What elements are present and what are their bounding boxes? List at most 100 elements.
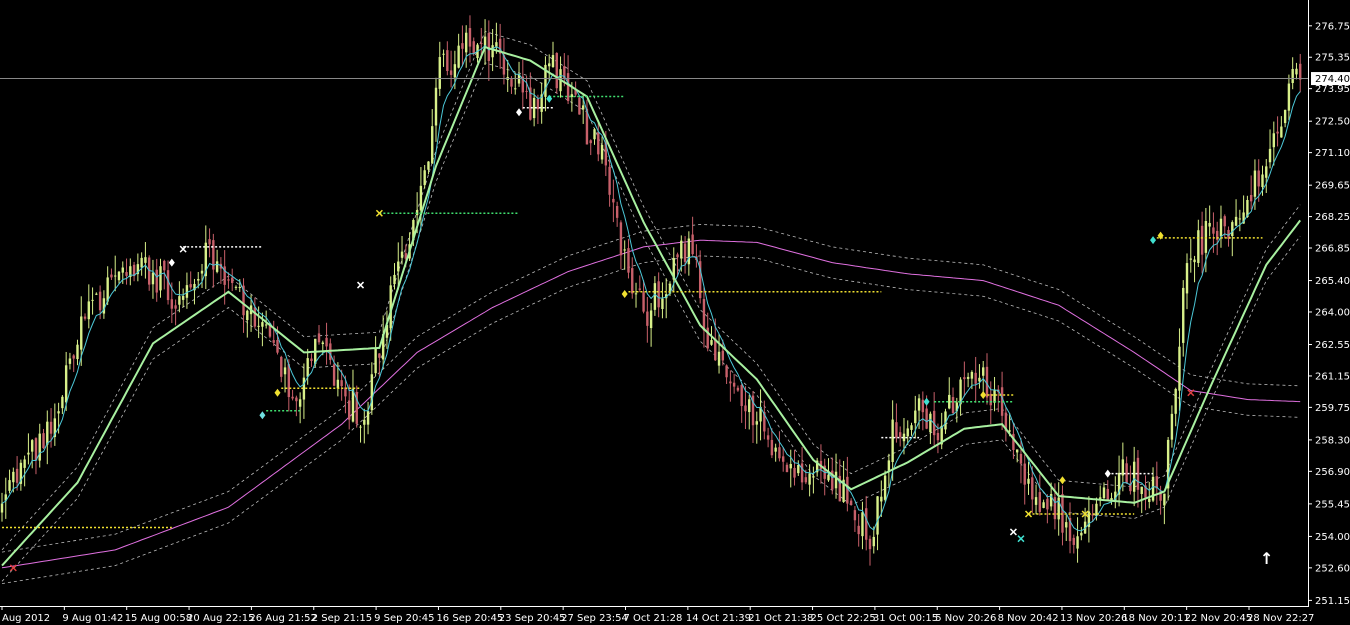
- candle-body: [257, 325, 260, 327]
- candle-body: [91, 299, 94, 301]
- candle-body: [808, 473, 811, 485]
- candle-body: [1027, 478, 1030, 484]
- candle-body: [106, 277, 109, 302]
- candle-body: [200, 270, 204, 274]
- candle-body: [287, 364, 291, 398]
- candle-body: [834, 471, 838, 489]
- candle-body: [800, 463, 804, 483]
- candle-body: [827, 474, 830, 481]
- candle-body: [163, 260, 166, 271]
- candle-body: [887, 460, 891, 471]
- time-tick-label: 14 Oct 21:39: [686, 613, 751, 624]
- candle-body: [691, 234, 694, 255]
- candle-body: [83, 316, 87, 319]
- time-tick-label: 31 Oct 00:15: [873, 613, 938, 624]
- candle-body: [8, 480, 11, 491]
- candle-body: [144, 257, 147, 263]
- price-tick-label: 275.35: [1315, 53, 1350, 64]
- candle-body: [702, 298, 706, 331]
- candle-body: [732, 382, 736, 387]
- candle-body: [868, 538, 872, 550]
- candle-body: [438, 57, 441, 89]
- candle-body: [340, 380, 343, 387]
- time-tick-label: 5 Nov 20:26: [935, 613, 996, 624]
- candle-body: [321, 342, 324, 345]
- candle-body: [623, 249, 626, 251]
- price-tick-label: 251.15: [1315, 596, 1350, 607]
- candle-body: [910, 425, 913, 430]
- candle-body: [642, 292, 645, 312]
- candle-body: [283, 367, 287, 375]
- candle-body: [495, 42, 498, 47]
- candle-body: [325, 337, 328, 347]
- candle-body: [419, 185, 423, 211]
- candle-body: [1174, 388, 1177, 414]
- candle-body: [189, 284, 192, 288]
- price-tick-label: 276.75: [1315, 21, 1350, 32]
- up-arrow-icon[interactable]: ↑: [1260, 549, 1273, 568]
- candle-body: [1268, 148, 1272, 163]
- time-tick-label: 2 Sep 21:15: [312, 613, 372, 624]
- candle-body: [464, 32, 468, 53]
- candle-body: [929, 413, 932, 433]
- candle-body: [181, 295, 185, 300]
- candle-body: [876, 496, 879, 535]
- candle-body: [295, 397, 298, 402]
- candle-body: [272, 340, 275, 343]
- candle-body: [649, 310, 653, 329]
- candle-body: [680, 240, 683, 259]
- candle-body: [234, 286, 238, 288]
- candle-body: [336, 379, 340, 389]
- candle-body: [1140, 486, 1143, 494]
- candle-body: [593, 129, 596, 140]
- time-tick-label: 16 Sep 20:45: [436, 613, 503, 624]
- candle-body: [653, 283, 657, 310]
- candle-body: [359, 426, 362, 428]
- price-tick-label: 264.00: [1315, 307, 1350, 318]
- candle-body: [1034, 497, 1038, 505]
- candle-body: [397, 261, 400, 272]
- candle-body: [600, 145, 604, 160]
- candle-body: [812, 476, 815, 478]
- candle-body: [551, 55, 555, 68]
- time-tick-label: 25 Oct 22:25: [811, 613, 876, 624]
- candle-body: [480, 43, 483, 45]
- candle-body: [1257, 170, 1260, 187]
- time-tick-label: 8 Nov 20:42: [998, 613, 1059, 624]
- time-tick-label: 9 Sep 20:45: [374, 613, 434, 624]
- candle-body: [449, 70, 453, 75]
- candle-body: [1019, 453, 1023, 464]
- candle-body: [978, 377, 981, 382]
- candle-body: [280, 356, 283, 377]
- candle-body: [1249, 195, 1253, 202]
- candle-body: [1238, 218, 1242, 220]
- time-tick-label: 20 Aug 22:15: [187, 613, 254, 624]
- candle-body: [725, 365, 728, 378]
- candle-body: [1261, 174, 1264, 188]
- candle-body: [0, 503, 4, 513]
- current-price-tag: 274.40: [1311, 72, 1350, 86]
- candle-body: [861, 512, 864, 537]
- candle-body: [423, 170, 426, 186]
- price-tick-label: 273.95: [1315, 84, 1350, 95]
- candle-body: [608, 166, 611, 195]
- candle-body: [566, 73, 570, 102]
- price-tick-label: 265.40: [1315, 276, 1350, 287]
- candle-body: [1212, 227, 1215, 234]
- candle-body: [778, 447, 781, 459]
- price-tick-label: 255.45: [1315, 499, 1350, 510]
- candle-body: [782, 456, 785, 462]
- candle-body: [906, 428, 909, 437]
- candle-body: [748, 399, 751, 413]
- candle-body: [1065, 522, 1068, 528]
- candle-body: [306, 358, 309, 377]
- candle-body: [110, 274, 113, 278]
- candle-body: [755, 421, 758, 425]
- candle-body: [1170, 413, 1174, 440]
- candle-body: [1099, 497, 1102, 499]
- candle-body: [1132, 461, 1136, 492]
- time-tick-label: 7 Oct 21:28: [624, 613, 683, 624]
- candle-body: [291, 396, 294, 399]
- candle-body: [548, 63, 551, 67]
- candle-body: [1280, 126, 1283, 138]
